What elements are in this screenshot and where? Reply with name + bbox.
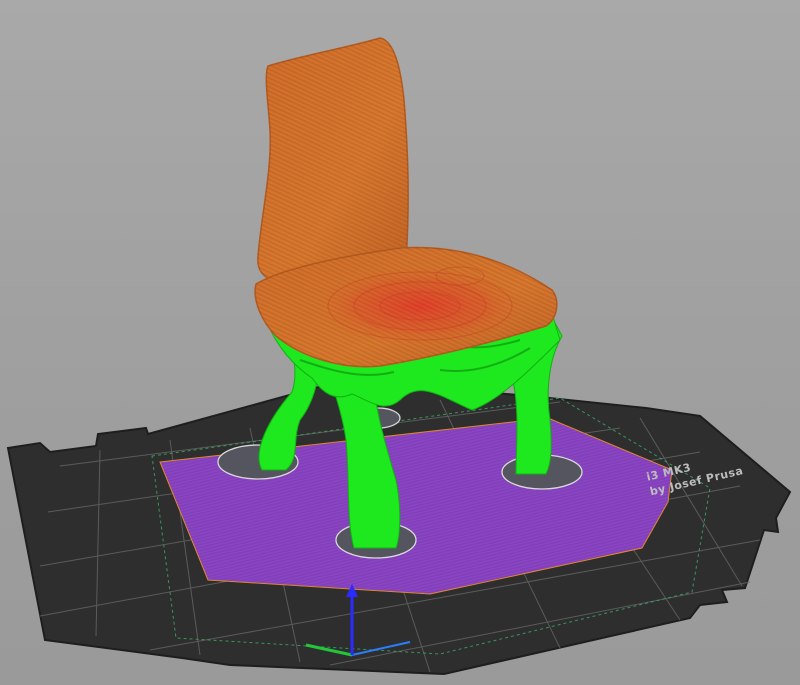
3d-viewport[interactable]: i3 MK3 by Josef Prusa (0, 0, 800, 685)
chair-model (254, 37, 558, 368)
print-preview-scene[interactable] (0, 0, 800, 685)
